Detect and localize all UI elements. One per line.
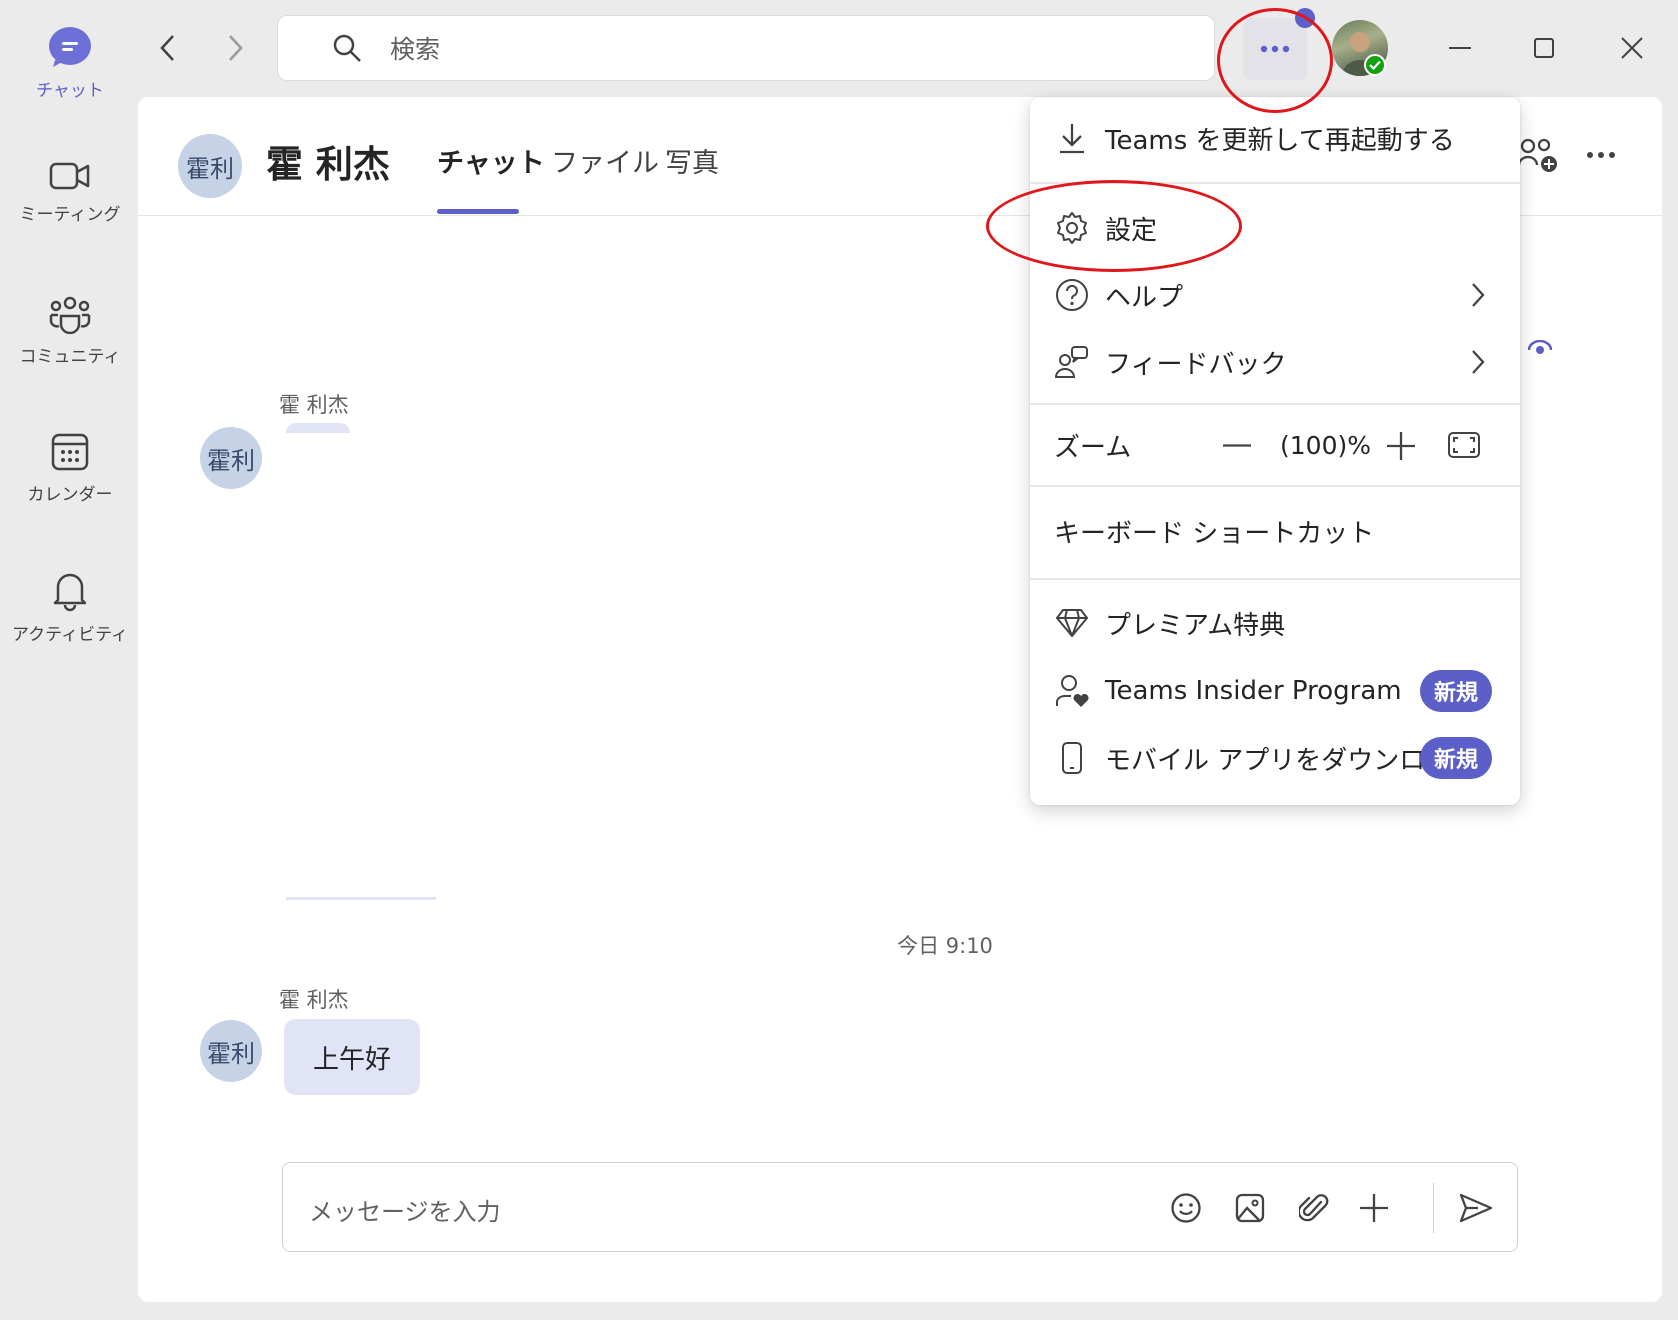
- zoom-label: ズーム: [1054, 432, 1132, 463]
- menu-item-help[interactable]: ヘルプ: [1030, 265, 1520, 325]
- chevron-left-icon: [158, 33, 178, 63]
- chevron-right-icon: [1470, 348, 1486, 376]
- close-icon: [1620, 36, 1644, 60]
- calendar-icon: [50, 432, 90, 472]
- chat-header-avatar: 霍利: [178, 134, 242, 198]
- tab-files[interactable]: ファイル: [551, 141, 659, 180]
- download-icon: [1054, 120, 1090, 156]
- read-receipt-eye-icon: [1528, 340, 1552, 356]
- menu-divider: [1030, 485, 1520, 487]
- message-bubble-edge: [286, 897, 436, 900]
- composer-divider: [1433, 1183, 1434, 1233]
- search-icon: [332, 33, 362, 63]
- chat-more-options-icon[interactable]: [1586, 151, 1616, 159]
- diamond-icon: [1054, 605, 1090, 641]
- forward-button[interactable]: [215, 28, 255, 68]
- menu-item-label: Teams Insider Program: [1105, 676, 1402, 706]
- menu-item-keyboard-shortcuts[interactable]: キーボード ショートカット: [1030, 501, 1520, 561]
- message-avatar: 霍利: [200, 427, 262, 489]
- new-badge: 新規: [1420, 737, 1492, 779]
- tab-chat[interactable]: チャット: [437, 141, 545, 180]
- maximize-button[interactable]: [1522, 26, 1566, 70]
- menu-divider: [1030, 403, 1520, 405]
- send-icon[interactable]: [1458, 1190, 1494, 1226]
- annotation-circle-settings: [986, 180, 1242, 272]
- menu-item-zoom: ズーム (100)%: [1030, 415, 1520, 475]
- rail-item-chat[interactable]: チャット: [0, 26, 140, 101]
- menu-item-label: プレミアム特典: [1105, 610, 1286, 641]
- zoom-value: (100)%: [1280, 430, 1371, 460]
- composer-placeholder: メッセージを入力: [309, 1198, 501, 1226]
- message-sender: 霍 利杰: [279, 393, 349, 417]
- emoji-icon[interactable]: [1168, 1190, 1204, 1226]
- add-people-icon[interactable]: [1518, 137, 1558, 173]
- image-icon[interactable]: [1232, 1190, 1268, 1226]
- menu-item-label: Teams を更新して再起動する: [1105, 125, 1455, 156]
- community-icon: [48, 296, 92, 334]
- rail-item-meetings[interactable]: ミーティング: [0, 160, 140, 225]
- rail-item-label: カレンダー: [27, 485, 113, 505]
- presence-available-icon: [1364, 54, 1386, 76]
- plus-icon[interactable]: [1356, 1190, 1392, 1226]
- menu-item-mobile-app[interactable]: モバイル アプリをダウンロード 新規: [1030, 728, 1520, 788]
- menu-item-insider-program[interactable]: Teams Insider Program 新規: [1030, 661, 1520, 721]
- minimize-button[interactable]: [1438, 26, 1482, 70]
- rail-item-activity[interactable]: アクティビティ: [0, 568, 140, 645]
- message-sender: 霍 利杰: [279, 988, 349, 1012]
- search-placeholder: 検索: [390, 35, 441, 64]
- question-circle-icon: [1054, 277, 1090, 313]
- rail-item-label: アクティビティ: [11, 625, 129, 645]
- message-composer[interactable]: メッセージを入力: [282, 1162, 1518, 1252]
- bell-icon: [50, 568, 90, 612]
- close-button[interactable]: [1610, 26, 1654, 70]
- attach-icon[interactable]: [1296, 1190, 1332, 1226]
- chevron-right-icon: [225, 33, 245, 63]
- search-box[interactable]: 検索: [277, 15, 1215, 81]
- message-avatar: 霍利: [200, 1020, 262, 1082]
- chevron-right-icon: [1470, 281, 1486, 309]
- rail-item-community[interactable]: コミュニティ: [0, 296, 140, 367]
- chat-icon: [47, 26, 93, 68]
- maximize-icon: [1533, 37, 1555, 59]
- message-bubble[interactable]: [286, 423, 350, 433]
- rail-item-calendar[interactable]: カレンダー: [0, 432, 140, 505]
- menu-item-label: フィードバック: [1105, 349, 1287, 380]
- menu-divider: [1030, 578, 1520, 580]
- rail-item-label: ミーティング: [19, 205, 121, 225]
- rail-item-label: コミュニティ: [19, 347, 121, 367]
- tab-photos[interactable]: 写真: [665, 141, 719, 180]
- menu-item-label: ヘルプ: [1105, 282, 1184, 313]
- phone-icon: [1054, 740, 1090, 776]
- annotation-circle-more-button: [1217, 8, 1333, 113]
- minimize-icon: [1449, 46, 1471, 50]
- rail-item-label: チャット: [36, 81, 104, 101]
- zoom-out-button[interactable]: [1223, 444, 1251, 447]
- tab-active-indicator: [437, 209, 519, 214]
- new-badge: 新規: [1420, 670, 1492, 712]
- menu-item-feedback[interactable]: フィードバック: [1030, 332, 1520, 392]
- menu-item-premium[interactable]: プレミアム特典: [1030, 593, 1520, 653]
- feedback-icon: [1054, 344, 1090, 380]
- date-separator: 今日 9:10: [897, 934, 993, 958]
- person-heart-icon: [1054, 673, 1090, 709]
- fullscreen-icon[interactable]: [1448, 432, 1480, 458]
- chat-title: 霍 利杰: [266, 143, 390, 186]
- video-icon: [49, 160, 91, 192]
- menu-item-label: キーボード ショートカット: [1054, 518, 1375, 549]
- message-bubble[interactable]: 上午好: [284, 1019, 420, 1095]
- zoom-in-button[interactable]: [1386, 431, 1416, 461]
- menu-item-update[interactable]: Teams を更新して再起動する: [1030, 108, 1520, 168]
- back-button[interactable]: [148, 28, 188, 68]
